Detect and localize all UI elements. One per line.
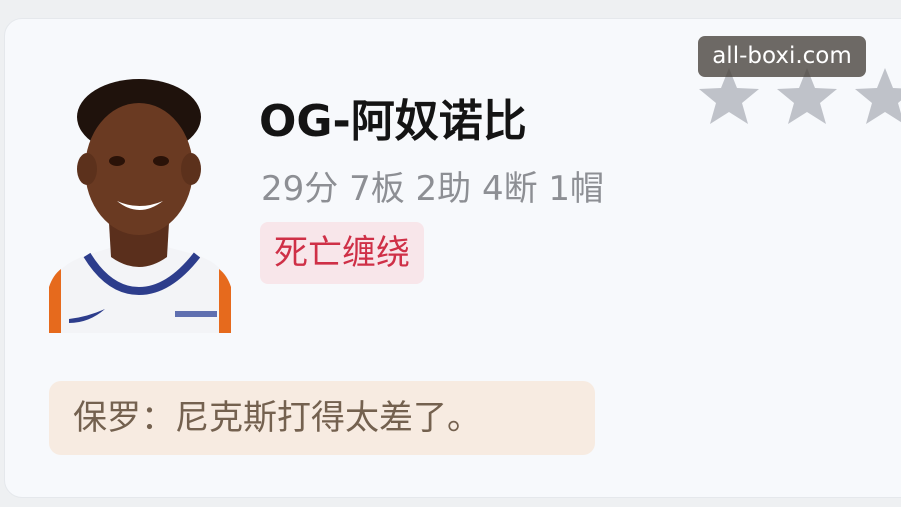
player-stats: 29分 7板 2助 4断 1帽: [261, 169, 605, 209]
player-name: OG-阿奴诺比: [259, 96, 527, 147]
player-avatar: [47, 77, 233, 333]
star-icon: [855, 68, 901, 124]
player-photo: [49, 79, 231, 333]
watermark-label: all-boxi.com: [698, 36, 866, 77]
quote-banner: 保罗：尼克斯打得太差了。: [49, 381, 595, 455]
player-tag-badge: 死亡缠绕: [260, 222, 424, 284]
